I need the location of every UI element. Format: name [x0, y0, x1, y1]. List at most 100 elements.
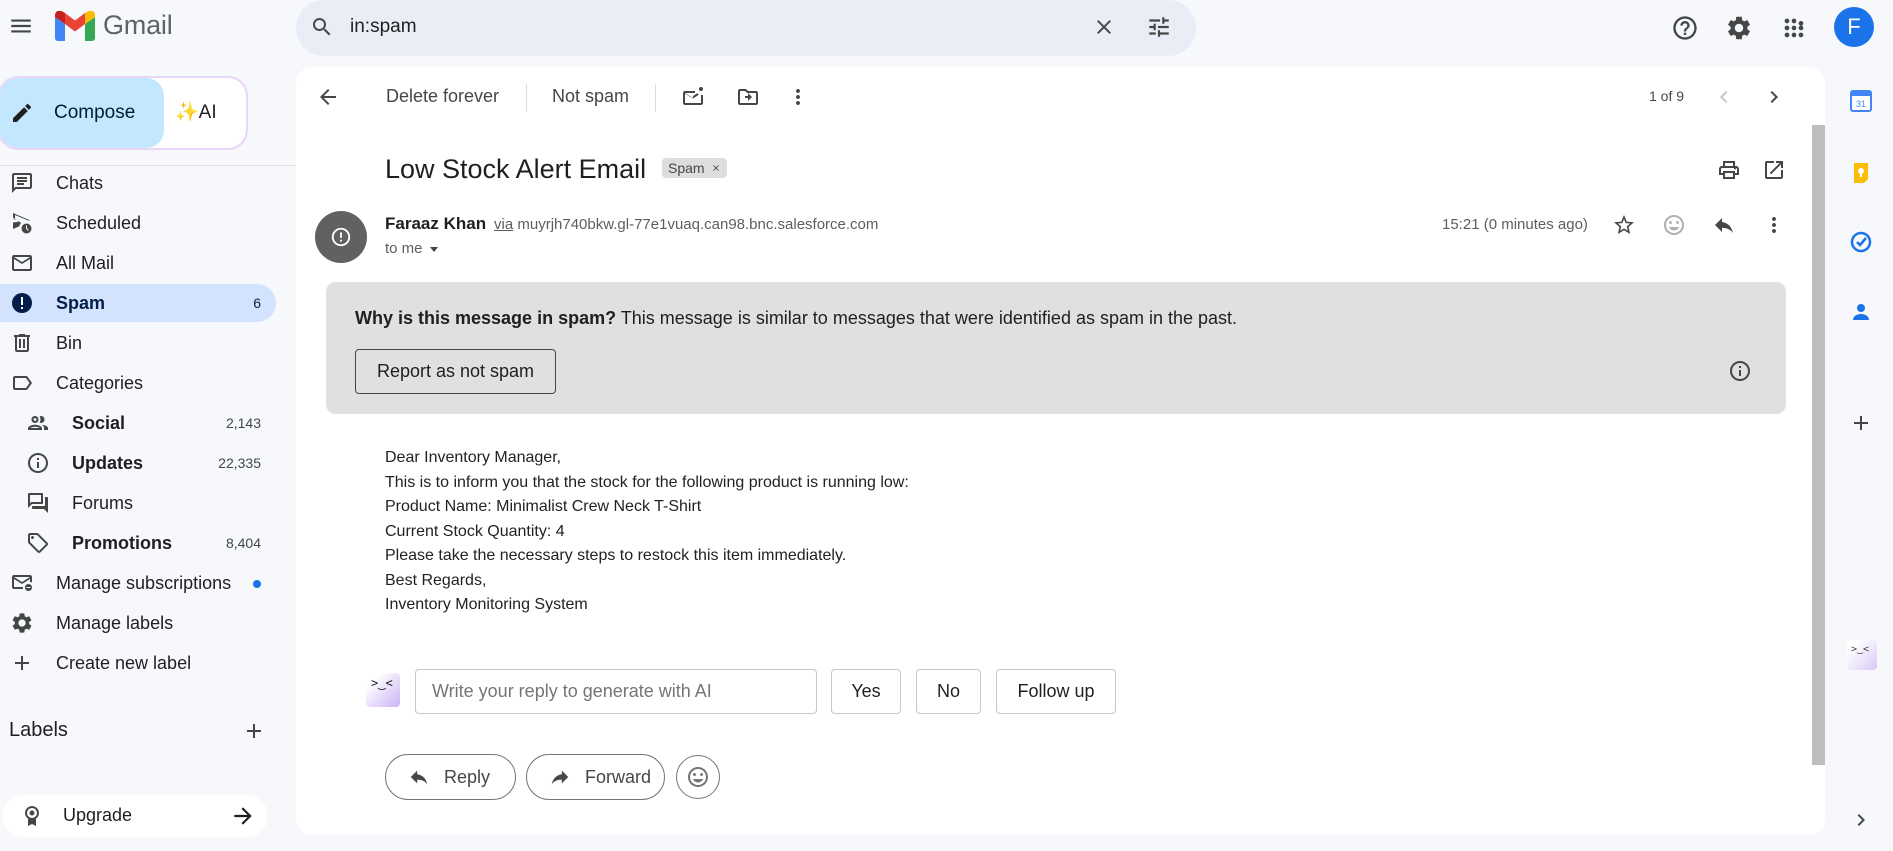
- ai-assistant-panel-icon[interactable]: >‿<: [1847, 640, 1877, 670]
- message-timestamp: 15:21 (0 minutes ago): [1442, 216, 1588, 233]
- more-vert-icon[interactable]: [786, 85, 810, 109]
- calendar-icon[interactable]: 31: [1849, 89, 1873, 113]
- sidebar-item-spam[interactable]: Spam 6: [0, 284, 276, 322]
- delete-forever-button[interactable]: Delete forever: [386, 86, 499, 107]
- sidebar-item-chats[interactable]: Chats: [0, 164, 276, 202]
- spam-explanation: This message is similar to messages that…: [616, 308, 1238, 328]
- body-line: Inventory Monitoring System: [385, 596, 588, 613]
- sidebar-item-all-mail[interactable]: All Mail: [0, 244, 276, 282]
- sidebar-item-label: Create new label: [56, 652, 192, 673]
- forum-icon: [28, 493, 48, 513]
- search-icon[interactable]: [310, 15, 334, 39]
- unread-count: 22,335: [218, 455, 261, 471]
- back-arrow-icon[interactable]: [316, 85, 340, 109]
- reply-button[interactable]: Reply: [385, 754, 516, 800]
- message-body: Dear Inventory Manager, This is to infor…: [385, 446, 909, 618]
- all-mail-icon: [12, 255, 32, 271]
- chevron-right-icon[interactable]: [1762, 85, 1786, 109]
- chevron-right-icon[interactable]: [1849, 808, 1873, 832]
- account-avatar[interactable]: F: [1834, 7, 1874, 47]
- scheduled-send-icon: [13, 213, 32, 234]
- sidebar-item-social[interactable]: Social 2,143: [0, 404, 276, 442]
- star-icon[interactable]: [1612, 213, 1636, 237]
- search-options-icon[interactable]: [1146, 14, 1172, 40]
- suggestion-yes-button[interactable]: Yes: [831, 669, 901, 714]
- sidebar-item-label: Spam: [56, 292, 106, 313]
- spam-reason-text: Why is this message in spam? This messag…: [355, 308, 1237, 329]
- help-icon[interactable]: [1671, 14, 1699, 42]
- sidebar-item-forums[interactable]: Forums: [0, 484, 276, 522]
- spam-question: Why is this message in spam?: [355, 308, 617, 328]
- sender-avatar[interactable]: [315, 211, 367, 263]
- forward-label: Forward: [585, 766, 652, 787]
- reply-icon[interactable]: [1712, 213, 1736, 237]
- warning-icon: [331, 227, 351, 247]
- chip-label: Spam: [668, 160, 705, 176]
- suggestion-follow-up-button[interactable]: Follow up: [996, 669, 1116, 714]
- gear-icon[interactable]: [1725, 14, 1753, 42]
- sidebar-item-label: Promotions: [72, 532, 173, 553]
- info-icon[interactable]: [1728, 359, 1752, 383]
- compose-label: Compose: [54, 102, 136, 123]
- move-to-folder-icon[interactable]: [736, 85, 760, 109]
- sidebar-item-label: Forums: [72, 492, 134, 513]
- sidebar-item-label: Chats: [56, 172, 104, 193]
- report-not-spam-button[interactable]: Report as not spam: [355, 349, 556, 394]
- award-icon: [25, 806, 39, 826]
- tag-icon: [28, 533, 48, 553]
- gmail-logo[interactable]: Gmail: [55, 10, 173, 41]
- suggestion-no-button[interactable]: No: [916, 669, 981, 714]
- sidebar-item-create-label[interactable]: Create new label: [0, 644, 276, 682]
- not-spam-button[interactable]: Not spam: [552, 86, 629, 107]
- apps-grid-icon[interactable]: [1780, 14, 1808, 42]
- unread-count: 8,404: [225, 535, 261, 551]
- plus-icon[interactable]: [242, 719, 266, 743]
- compose-button[interactable]: Compose: [0, 78, 164, 148]
- search-bar[interactable]: in:spam: [296, 0, 1196, 56]
- body-line: Please take the necessary steps to resto…: [385, 547, 847, 564]
- message-subject: Low Stock Alert Email: [385, 154, 647, 184]
- forward-button[interactable]: Forward: [526, 754, 665, 800]
- sidebar-item-label: Scheduled: [56, 212, 142, 233]
- print-icon[interactable]: [1717, 158, 1741, 182]
- recipient-details-toggle[interactable]: to me: [385, 240, 439, 257]
- chevron-left-icon[interactable]: [1712, 85, 1736, 109]
- emoji-react-icon[interactable]: [1662, 213, 1686, 237]
- sidebar-item-promotions[interactable]: Promotions 8,404: [0, 524, 276, 562]
- via-word[interactable]: via: [494, 216, 513, 233]
- main-menu-button[interactable]: [8, 13, 34, 39]
- scrollbar[interactable]: [1812, 125, 1825, 765]
- emoji-reaction-button[interactable]: [676, 755, 720, 799]
- sidebar-item-label: Social: [72, 412, 126, 433]
- spam-label-chip[interactable]: Spam: [662, 158, 727, 178]
- pagination-count: 1 of 9: [1649, 88, 1685, 104]
- sidebar-item-scheduled[interactable]: Scheduled: [0, 204, 276, 242]
- ai-logo-glyph: >‿<: [1851, 644, 1870, 655]
- spam-warning-banner: Why is this message in spam? This messag…: [326, 282, 1786, 414]
- close-icon[interactable]: [1092, 15, 1116, 39]
- plus-icon[interactable]: [1849, 411, 1873, 435]
- more-vert-icon[interactable]: [1762, 213, 1786, 237]
- upgrade-button[interactable]: Upgrade: [2, 795, 268, 837]
- contacts-icon[interactable]: [1849, 300, 1873, 324]
- ai-button[interactable]: ✨AI: [175, 100, 217, 124]
- sender-name[interactable]: Faraaz Khan: [385, 214, 486, 234]
- ai-reply-input[interactable]: [415, 669, 817, 714]
- close-icon[interactable]: [711, 163, 721, 173]
- sidebar-item-manage-labels[interactable]: Manage labels: [0, 604, 276, 642]
- sidebar-item-updates[interactable]: Updates 22,335: [0, 444, 276, 482]
- keep-icon[interactable]: [1849, 161, 1873, 185]
- sidebar-item-categories[interactable]: Categories: [0, 364, 276, 402]
- open-in-new-window-icon[interactable]: [1762, 158, 1786, 182]
- search-input[interactable]: in:spam: [350, 16, 417, 38]
- info-icon: [28, 453, 48, 473]
- unsubscribe-icon: [12, 575, 32, 591]
- mark-unread-icon[interactable]: [681, 85, 705, 109]
- sidebar-item-manage-subscriptions[interactable]: Manage subscriptions: [0, 564, 276, 602]
- tasks-icon[interactable]: [1849, 230, 1873, 254]
- reply-label: Reply: [444, 766, 491, 787]
- sidebar-item-bin[interactable]: Bin: [0, 324, 276, 362]
- report-icon: [12, 293, 32, 313]
- sidebar-item-label: Manage labels: [56, 612, 174, 633]
- chat-icon: [12, 173, 32, 193]
